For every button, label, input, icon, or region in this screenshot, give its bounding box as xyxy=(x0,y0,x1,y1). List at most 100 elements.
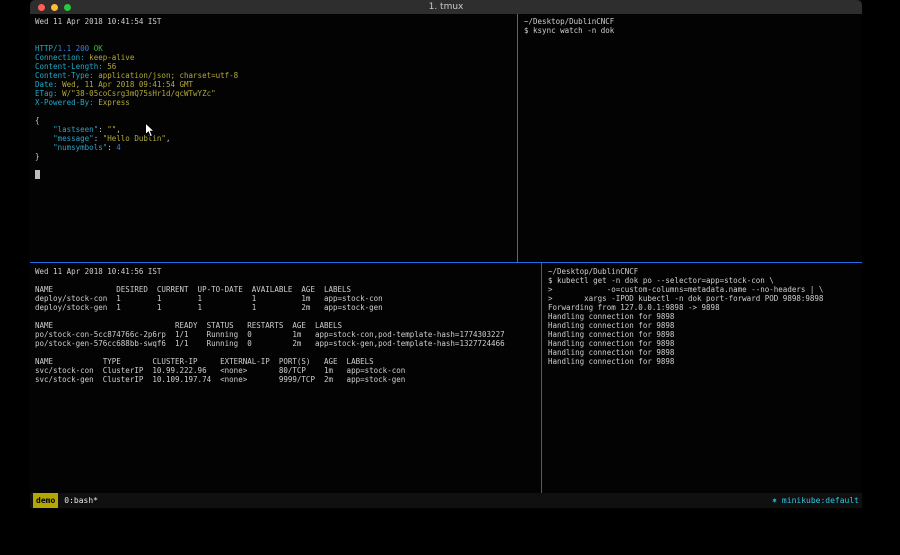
text-segment: "lastseen" xyxy=(53,125,98,134)
zoom-button[interactable] xyxy=(64,4,71,11)
terminal-line: Forwarding from 127.0.0.1:9898 -> 9898 xyxy=(548,303,857,312)
pane-divider-horizontal[interactable] xyxy=(30,262,862,263)
terminal-line: Wed 11 Apr 2018 10:41:54 IST xyxy=(35,17,512,26)
text-segment: X-Powered-By: xyxy=(35,98,94,107)
text-segment: > -o=custom-columns=metadata.name --no-h… xyxy=(548,285,823,294)
pane-http-response[interactable]: Wed 11 Apr 2018 10:41:54 IST HTTP/1.1 20… xyxy=(30,14,517,262)
terminal-line: deploy/stock-con 1 1 1 1 1m app=stock-co… xyxy=(35,294,535,303)
text-segment: Handling connection for 9898 xyxy=(548,348,674,357)
text-segment: ETag: xyxy=(35,89,58,98)
text-segment: application/json; charset=utf-8 xyxy=(94,71,239,80)
text-segment: "Hello Dublin" xyxy=(103,134,166,143)
terminal-line: } xyxy=(35,152,512,161)
terminal-line: > -o=custom-columns=metadata.name --no-h… xyxy=(548,285,857,294)
text-segment: NAME READY STATUS RESTARTS AGE LABELS xyxy=(35,321,342,330)
text-segment xyxy=(35,143,53,152)
text-segment: ~/Desktop/DublinCNCF xyxy=(524,17,614,26)
terminal-line: $ ksync watch -n dok xyxy=(524,26,857,35)
text-segment: "numsymbols" xyxy=(53,143,107,152)
terminal-line: "numsymbols": 4 xyxy=(35,143,512,152)
terminal-line: Connection: keep-alive xyxy=(35,53,512,62)
window-titlebar[interactable]: 1. tmux xyxy=(30,0,862,14)
terminal-window: 1. tmux Wed 11 Apr 2018 10:41:54 IST HTT… xyxy=(30,0,862,509)
text-segment: Content-Length: xyxy=(35,62,103,71)
text-segment: svc/stock-gen ClusterIP 10.109.197.74 <n… xyxy=(35,375,405,384)
terminal-line xyxy=(35,170,512,179)
text-segment: } xyxy=(35,152,40,161)
terminal-line: deploy/stock-gen 1 1 1 1 2m app=stock-ge… xyxy=(35,303,535,312)
text-segment: po/stock-con-5cc874766c-2p6rp 1/1 Runnin… xyxy=(35,330,505,339)
text-segment: $ kubectl get -n dok po --selector=app=s… xyxy=(548,276,774,285)
text-segment: Express xyxy=(94,98,130,107)
text-segment: Forwarding from 127.0.0.1:9898 -> 9898 xyxy=(548,303,720,312)
text-segment: 1.1 xyxy=(58,44,72,53)
text-segment: deploy/stock-gen 1 1 1 1 2m app=stock-ge… xyxy=(35,303,383,312)
text-segment: W/"38-05coCsrg3mQ75sHr1d/qcWTwYZc" xyxy=(58,89,216,98)
terminal-line: Content-Type: application/json; charset=… xyxy=(35,71,512,80)
window-tab-label[interactable]: 0:bash* xyxy=(64,493,98,508)
terminal-line xyxy=(35,312,535,321)
text-segment: Wed, 11 Apr 2018 09:41:54 GMT xyxy=(58,80,193,89)
text-segment: NAME DESIRED CURRENT UP-TO-DATE AVAILABL… xyxy=(35,285,351,294)
text-segment xyxy=(35,125,53,134)
text-segment: 4 xyxy=(116,143,121,152)
text-segment: Handling connection for 9898 xyxy=(548,330,674,339)
terminal-line: Content-Length: 56 xyxy=(35,62,512,71)
text-segment: Date: xyxy=(35,80,58,89)
pane-kubectl-resources[interactable]: Wed 11 Apr 2018 10:41:56 IST NAME DESIRE… xyxy=(30,264,540,493)
pane-ksync[interactable]: ~/Desktop/DublinCNCF$ ksync watch -n dok xyxy=(519,14,862,262)
text-segment: : xyxy=(107,143,116,152)
minimize-button[interactable] xyxy=(51,4,58,11)
terminal-line: $ kubectl get -n dok po --selector=app=s… xyxy=(548,276,857,285)
traffic-lights xyxy=(38,0,71,14)
block-cursor xyxy=(35,170,40,179)
text-segment: po/stock-gen-576cc688bb-swqf6 1/1 Runnin… xyxy=(35,339,505,348)
text-segment: 200 xyxy=(76,44,90,53)
terminal-line: { xyxy=(35,116,512,125)
text-segment: Connection: xyxy=(35,53,85,62)
text-segment: , xyxy=(116,125,121,134)
terminal-line: Wed 11 Apr 2018 10:41:56 IST xyxy=(35,267,535,276)
text-segment: 56 xyxy=(103,62,117,71)
session-name-badge[interactable]: demo xyxy=(33,493,58,508)
pane-port-forward[interactable]: ~/Desktop/DublinCNCF$ kubectl get -n dok… xyxy=(543,264,862,493)
terminal-line xyxy=(35,161,512,170)
text-segment: Handling connection for 9898 xyxy=(548,312,674,321)
text-segment: Handling connection for 9898 xyxy=(548,321,674,330)
text-segment: : xyxy=(98,125,107,134)
close-button[interactable] xyxy=(38,4,45,11)
window-title: 1. tmux xyxy=(30,0,862,14)
terminal-line: Handling connection for 9898 xyxy=(548,321,857,330)
terminal-line: HTTP/1.1 200 OK xyxy=(35,44,512,53)
text-segment: svc/stock-con ClusterIP 10.99.222.96 <no… xyxy=(35,366,405,375)
terminal-line xyxy=(35,35,512,44)
text-segment: > xargs -IPOD kubectl -n dok port-forwar… xyxy=(548,294,823,303)
terminal-line xyxy=(35,26,512,35)
pane-divider-vertical-bottom[interactable] xyxy=(541,263,542,493)
text-segment: Handling connection for 9898 xyxy=(548,357,674,366)
text-segment: HTTP/ xyxy=(35,44,58,53)
terminal-line: svc/stock-gen ClusterIP 10.109.197.74 <n… xyxy=(35,375,535,384)
text-segment: OK xyxy=(94,44,103,53)
terminal-line: Handling connection for 9898 xyxy=(548,348,857,357)
terminal-line: Handling connection for 9898 xyxy=(548,357,857,366)
desktop: 1. tmux Wed 11 Apr 2018 10:41:54 IST HTT… xyxy=(0,0,900,555)
terminal-line xyxy=(35,107,512,116)
terminal-line: Handling connection for 9898 xyxy=(548,330,857,339)
text-segment: { xyxy=(35,116,40,125)
kube-context-status: ⎈ minikube:default xyxy=(772,493,859,508)
text-segment: keep-alive xyxy=(85,53,135,62)
text-segment: NAME TYPE CLUSTER-IP EXTERNAL-IP PORT(S)… xyxy=(35,357,374,366)
tmux-terminal: Wed 11 Apr 2018 10:41:54 IST HTTP/1.1 20… xyxy=(30,14,862,493)
terminal-line: ETag: W/"38-05coCsrg3mQ75sHr1d/qcWTwYZc" xyxy=(35,89,512,98)
text-segment: Wed 11 Apr 2018 10:41:56 IST xyxy=(35,267,161,276)
text-segment: "message" xyxy=(53,134,94,143)
terminal-line: ~/Desktop/DublinCNCF xyxy=(548,267,857,276)
pane-divider-vertical-top[interactable] xyxy=(517,14,518,262)
terminal-line: po/stock-gen-576cc688bb-swqf6 1/1 Runnin… xyxy=(35,339,535,348)
text-segment: Content-Type: xyxy=(35,71,94,80)
tmux-status-bar: demo 0:bash* ⎈ minikube:default xyxy=(30,493,862,508)
text-segment: $ ksync watch -n dok xyxy=(524,26,614,35)
terminal-line: Date: Wed, 11 Apr 2018 09:41:54 GMT xyxy=(35,80,512,89)
terminal-line: NAME READY STATUS RESTARTS AGE LABELS xyxy=(35,321,535,330)
